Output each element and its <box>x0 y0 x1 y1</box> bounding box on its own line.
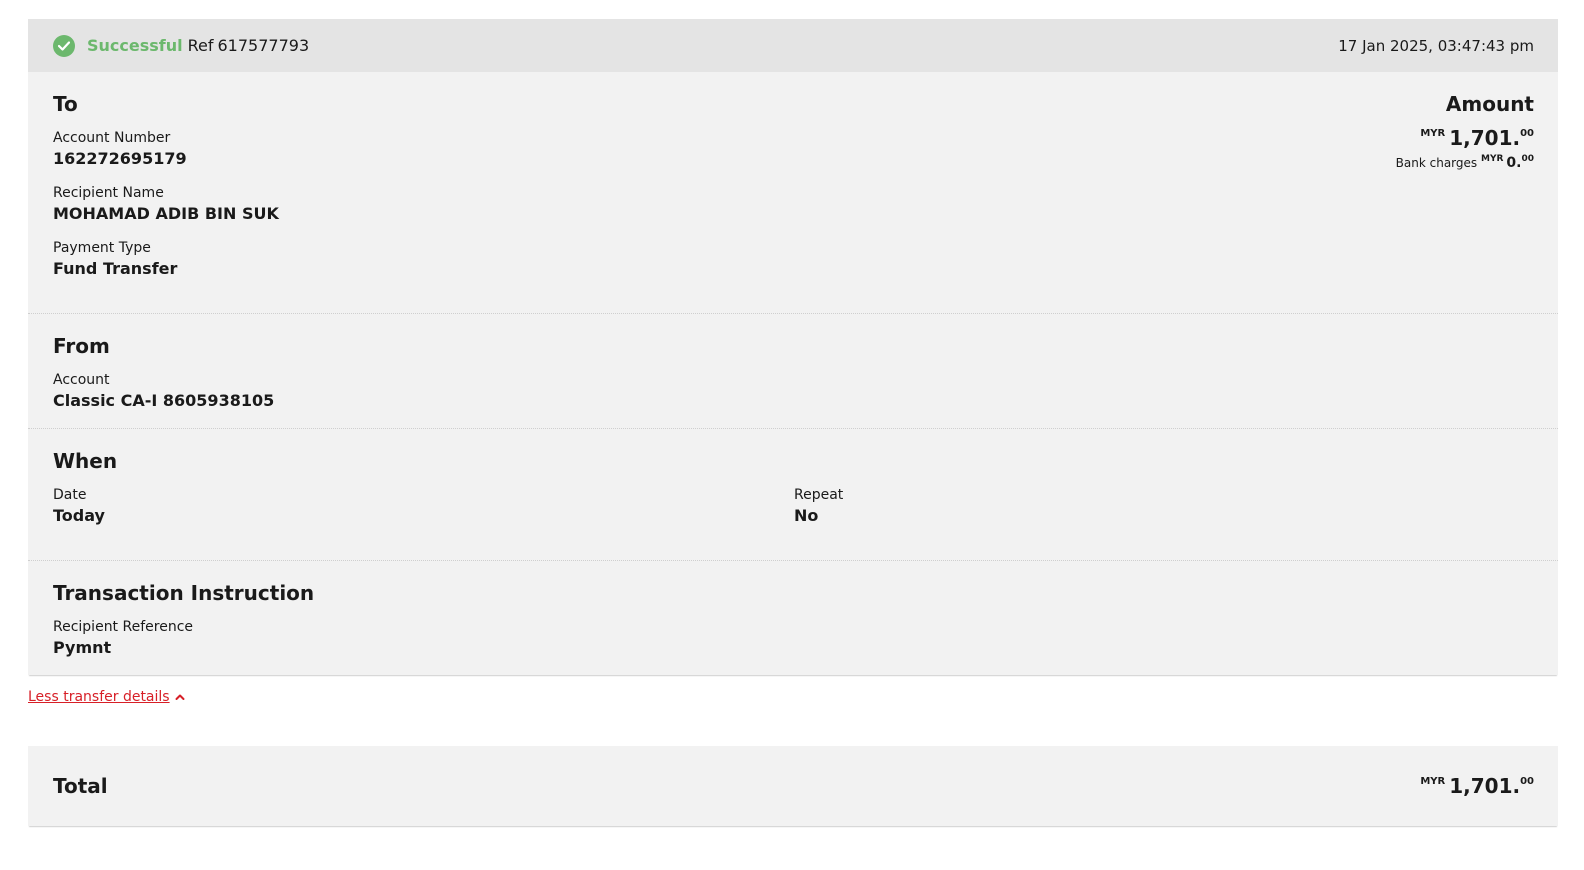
ref-label: Ref <box>187 36 214 55</box>
amount-whole: 1,701. <box>1449 126 1521 150</box>
bank-charges-whole: 0. <box>1506 155 1522 171</box>
date-label: Date <box>53 487 87 503</box>
transfer-receipt: Successful Ref 617577793 17 Jan 2025, 03… <box>28 19 1558 826</box>
less-transfer-details-label: Less transfer details <box>28 689 170 705</box>
account-number-value: 162272695179 <box>53 149 187 168</box>
when-fields: Date Today Repeat No <box>53 487 1534 542</box>
account-number-label: Account Number <box>53 130 171 146</box>
from-account-label: Account <box>53 372 110 388</box>
from-account-field: Account Classic CA-I 8605938105 <box>53 372 1534 410</box>
amount-decimal: 00 <box>1520 128 1534 139</box>
status-summary: Successful Ref 617577793 <box>53 34 310 57</box>
transaction-timestamp: 17 Jan 2025, 03:47:43 pm <box>1338 36 1534 55</box>
to-title: To <box>53 92 78 116</box>
bank-charges-decimal: 00 <box>1521 154 1534 164</box>
amount-currency: MYR <box>1420 128 1446 139</box>
payment-type-value: Fund Transfer <box>53 259 178 278</box>
chevron-up-icon <box>175 689 185 705</box>
total-title: Total <box>53 774 108 798</box>
total-whole: 1,701. <box>1449 774 1521 798</box>
recipient-name-value: MOHAMAD ADIB BIN SUK <box>53 204 279 223</box>
instruction-title: Transaction Instruction <box>53 581 315 605</box>
recipient-reference-field: Recipient Reference Pymnt <box>53 619 1534 657</box>
status-label: Successful <box>87 36 183 55</box>
transfer-details-card: Successful Ref 617577793 17 Jan 2025, 03… <box>28 19 1558 675</box>
instruction-section: Transaction Instruction Recipient Refere… <box>28 561 1558 675</box>
recipient-reference-label: Recipient Reference <box>53 619 193 635</box>
status-bar: Successful Ref 617577793 17 Jan 2025, 03… <box>28 19 1558 72</box>
payment-type-field: Payment Type Fund Transfer <box>53 240 1534 278</box>
bank-charges-label: Bank charges <box>1395 156 1478 170</box>
total-currency: MYR <box>1420 776 1446 787</box>
repeat-value: No <box>794 506 819 525</box>
ref-number: 617577793 <box>217 36 310 55</box>
recipient-name-field: Recipient Name MOHAMAD ADIB BIN SUK <box>53 185 1534 223</box>
bank-charges-value: MYR 0.00 <box>1481 154 1534 171</box>
from-account-value: Classic CA-I 8605938105 <box>53 391 275 410</box>
less-transfer-details-link[interactable]: Less transfer details <box>28 689 185 705</box>
from-section: From Account Classic CA-I 8605938105 <box>28 314 1558 429</box>
when-title: When <box>53 449 118 473</box>
payment-type-label: Payment Type <box>53 240 151 256</box>
repeat-label: Repeat <box>794 487 844 503</box>
total-card: Total MYR 1,701.00 <box>28 746 1558 826</box>
account-number-field: Account Number 162272695179 <box>53 130 1534 168</box>
to-section: To Account Number 162272695179 Recipient… <box>28 72 1558 314</box>
recipient-name-label: Recipient Name <box>53 185 164 201</box>
recipient-reference-value: Pymnt <box>53 638 112 657</box>
amount-value: MYR 1,701.00 <box>1396 126 1534 150</box>
when-section: When Date Today Repeat No <box>28 429 1558 561</box>
repeat-field: Repeat No <box>794 487 843 542</box>
date-value: Today <box>53 506 105 525</box>
amount-block: Amount MYR 1,701.00 Bank charges MYR 0.00 <box>1396 92 1534 171</box>
bank-charges: Bank charges MYR 0.00 <box>1396 154 1534 171</box>
total-decimal: 00 <box>1520 776 1534 787</box>
from-title: From <box>53 334 110 358</box>
date-field: Date Today <box>53 487 794 525</box>
total-value: MYR 1,701.00 <box>1420 774 1534 798</box>
bank-charges-currency: MYR <box>1481 154 1504 164</box>
check-circle-icon <box>53 34 75 57</box>
amount-title: Amount <box>1445 92 1534 116</box>
